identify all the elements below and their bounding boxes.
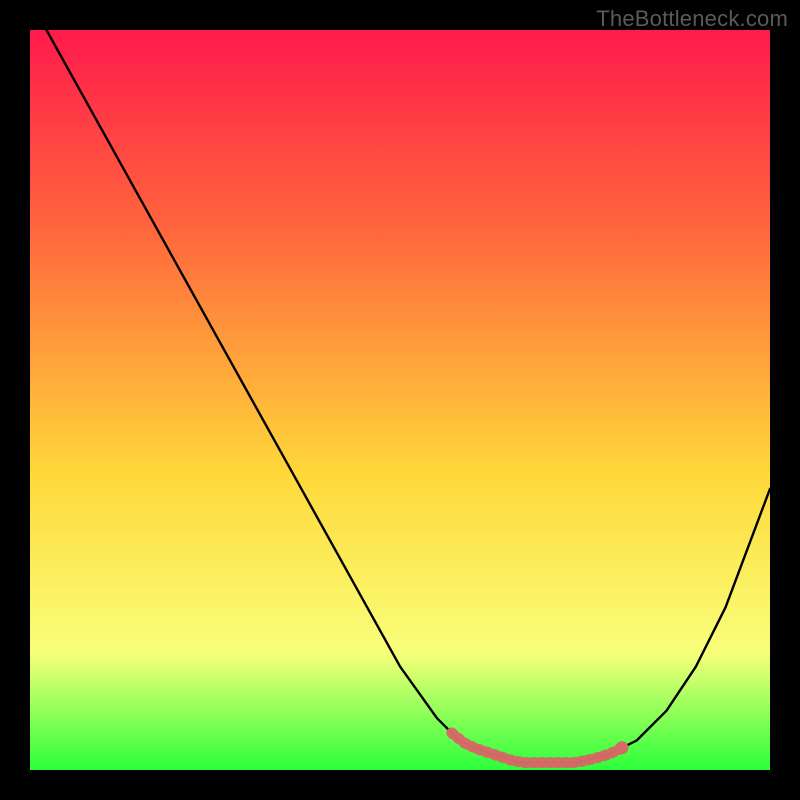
gradient-background: [30, 30, 770, 770]
watermark-text: TheBottleneck.com: [596, 6, 788, 32]
chart-frame: TheBottleneck.com: [0, 0, 800, 800]
bottleneck-chart: [30, 30, 770, 770]
plot-area: [30, 30, 770, 770]
end-marker-dot: [616, 741, 629, 754]
